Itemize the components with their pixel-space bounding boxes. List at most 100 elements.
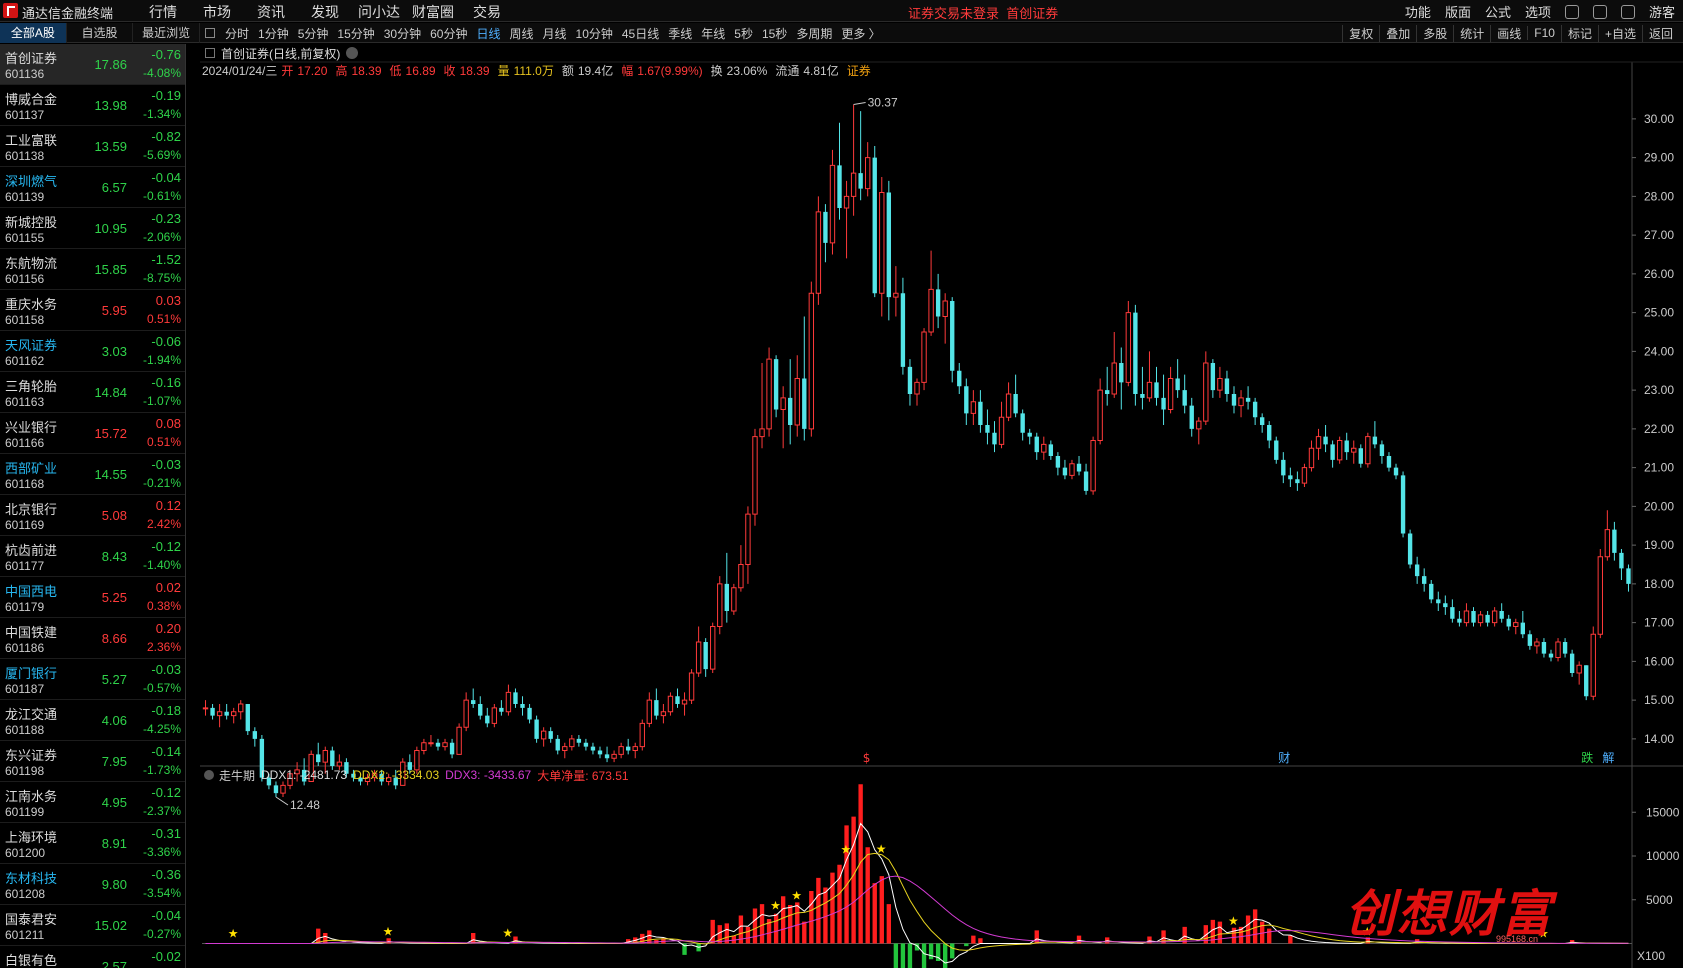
login-notice[interactable]: 证券交易未登录 首创证券	[908, 3, 1058, 22]
candle	[646, 699, 652, 724]
menu-right-item[interactable]: 选项	[1525, 2, 1551, 21]
menu-right-item[interactable]: 版面	[1445, 2, 1471, 21]
guest-user[interactable]: 游客	[1649, 2, 1675, 21]
watchlist-row[interactable]: 江南水务 601199 4.95 -0.12 -2.37%	[0, 782, 185, 823]
tool-button[interactable]: 返回	[1641, 24, 1679, 42]
stock-code: 601163	[5, 395, 45, 409]
watchlist-row[interactable]: 东材科技 601208 9.80 -0.36 -3.54%	[0, 864, 185, 905]
watchlist-row[interactable]: 杭齿前进 601177 8.43 -0.12 -1.40%	[0, 536, 185, 577]
candle	[491, 707, 498, 724]
period-tab[interactable]: 45日线	[622, 25, 659, 42]
watchlist-row[interactable]: 博威合金 601137 13.98 -0.19 -1.34%	[0, 85, 185, 126]
indicator-name[interactable]: 走牛期	[219, 767, 255, 784]
watchlist-row[interactable]: 白银有色6012122.57-0.02-0.77%	[0, 946, 185, 968]
candle	[1477, 614, 1484, 624]
period-tab[interactable]: 5分钟	[298, 25, 329, 42]
info-tag[interactable]: 证券	[847, 64, 871, 78]
period-tab[interactable]: 30分钟	[384, 25, 421, 42]
menu-item[interactable]: 发现	[298, 2, 352, 22]
watchlist-row[interactable]: 工业富联 601138 13.59 -0.82 -5.69%	[0, 126, 185, 167]
sidebar-toggle-icon[interactable]	[205, 28, 215, 38]
watchlist-row[interactable]: 新城控股 601155 10.95 -0.23 -2.06%	[0, 208, 185, 249]
candle	[1125, 312, 1132, 383]
candle	[815, 211, 822, 294]
tool-button[interactable]: +自选	[1597, 24, 1642, 42]
watchlist-row[interactable]: 东兴证券 601198 7.95 -0.14 -1.73%	[0, 741, 185, 782]
menu-item[interactable]: 交易	[460, 2, 514, 22]
chevron-down-icon[interactable]	[346, 47, 359, 59]
event-marker[interactable]: 财	[1278, 751, 1290, 765]
candle	[837, 165, 842, 208]
watchlist-row[interactable]: 西部矿业 601168 14.55 -0.03 -0.21%	[0, 454, 185, 495]
candle	[1252, 401, 1258, 418]
candle	[752, 436, 758, 515]
indicator-header: 走牛期 DDX1: -2481.73 DDX2: -3334.03 DDX3: …	[200, 766, 635, 784]
menu-item[interactable]: 资讯	[244, 2, 298, 22]
net-volume-bar	[879, 876, 884, 944]
phone-icon[interactable]	[1592, 4, 1607, 19]
period-tab[interactable]: 多周期	[796, 25, 832, 42]
tool-button[interactable]: 多股	[1416, 24, 1453, 42]
candle	[1562, 642, 1568, 654]
tool-button[interactable]: F10	[1527, 26, 1561, 40]
stock-price: 3.03	[101, 344, 127, 359]
stock-price: 14.84	[94, 385, 127, 400]
indicator-menu-icon[interactable]	[204, 770, 214, 780]
event-marker[interactable]: $	[863, 751, 871, 765]
menu-right-item[interactable]: 公式	[1485, 2, 1511, 21]
y-tick-label: 21.00	[1644, 461, 1674, 475]
watchlist-row[interactable]: 天风证券 601162 3.03 -0.06 -1.94%	[0, 331, 185, 372]
notice-stock[interactable]: 首创证券	[1006, 6, 1058, 21]
event-marker[interactable]: 跌	[1581, 750, 1593, 765]
watchlist-tab[interactable]: 全部A股	[0, 23, 67, 43]
menu-item[interactable]: 行情	[136, 2, 190, 22]
watchlist-row[interactable]: 重庆水务 601158 5.95 0.03 0.51%	[0, 290, 185, 331]
period-tab[interactable]: 15分钟	[337, 25, 374, 42]
tool-button[interactable]: 标记	[1560, 24, 1598, 42]
watchlist-row[interactable]: 厦门银行 601187 5.27 -0.03 -0.57%	[0, 659, 185, 700]
y-tick-label: 25.00	[1644, 306, 1674, 320]
tool-button[interactable]: 叠加	[1379, 24, 1416, 42]
period-tab[interactable]: 周线	[509, 25, 533, 42]
watchlist-row[interactable]: 三角轮胎 601163 14.84 -0.16 -1.07%	[0, 372, 185, 413]
period-tab[interactable]: 分时	[225, 25, 249, 42]
refresh-icon[interactable]	[1564, 4, 1579, 19]
watchlist-row[interactable]: 北京银行 601169 5.08 0.12 2.42%	[0, 495, 185, 536]
mail-icon[interactable]	[1620, 4, 1635, 19]
tool-button[interactable]: 统计	[1453, 24, 1490, 42]
event-marker[interactable]: 解	[1602, 751, 1614, 765]
period-tab[interactable]: 1分钟	[258, 25, 289, 42]
period-tab[interactable]: 更多 〉	[841, 25, 880, 42]
period-tab[interactable]: 10分钟	[576, 25, 613, 42]
menu-right-item[interactable]: 功能	[1405, 2, 1431, 21]
period-tab[interactable]: 月线	[543, 25, 567, 42]
candle	[1619, 552, 1624, 569]
period-tab[interactable]: 15秒	[762, 25, 787, 42]
watchlist-row[interactable]: 龙江交通 601188 4.06 -0.18 -4.25%	[0, 700, 185, 741]
watchlist-row[interactable]: 中国西电 601179 5.25 0.02 0.38%	[0, 577, 185, 618]
period-tab[interactable]: 60分钟	[430, 25, 467, 42]
period-tab[interactable]: 季线	[668, 25, 692, 42]
watchlist-row[interactable]: 上海环境 601200 8.91 -0.31 -3.36%	[0, 823, 185, 864]
watchlist-tab[interactable]: 最近浏览	[133, 23, 201, 43]
period-tab[interactable]: 日线	[476, 25, 500, 42]
period-tab[interactable]: 5秒	[734, 25, 753, 42]
watchlist-row[interactable]: 深圳燃气 601139 6.57 -0.04 -0.61%	[0, 167, 185, 208]
tool-button[interactable]: 画线	[1490, 24, 1527, 42]
watchlist-tab[interactable]: 自选股	[67, 23, 134, 43]
tool-button[interactable]: 复权	[1342, 24, 1379, 42]
layout-icon[interactable]	[205, 48, 215, 58]
menu-item[interactable]: 财富圈	[406, 2, 460, 22]
period-tab[interactable]: 年线	[701, 25, 725, 42]
watchlist-row[interactable]: 兴业银行 601166 15.72 0.08 0.51%	[0, 413, 185, 454]
kline-title[interactable]: 首创证券(日线,前复权)	[221, 45, 340, 62]
watchlist-row[interactable]: 中国铁建 601186 8.66 0.20 2.36%	[0, 618, 185, 659]
stock-change: -1.52	[151, 252, 181, 267]
kline-chart-svg[interactable]: 14.00 15.00 16.00 17.00 18.00 19.00 20.00 21.00…	[200, 44, 1683, 968]
menu-item[interactable]: 市场	[190, 2, 244, 22]
watchlist-row[interactable]: 首创证券 601136 17.86 -0.76 -4.08%	[0, 44, 185, 85]
trade-login-notice[interactable]: 证券交易未登录	[908, 6, 999, 21]
watchlist-row[interactable]: 国泰君安 601211 15.02 -0.04 -0.27%	[0, 905, 185, 946]
watchlist-row[interactable]: 东航物流 601156 15.85 -1.52 -8.75%	[0, 249, 185, 290]
menu-item[interactable]: 问小达	[352, 2, 406, 22]
